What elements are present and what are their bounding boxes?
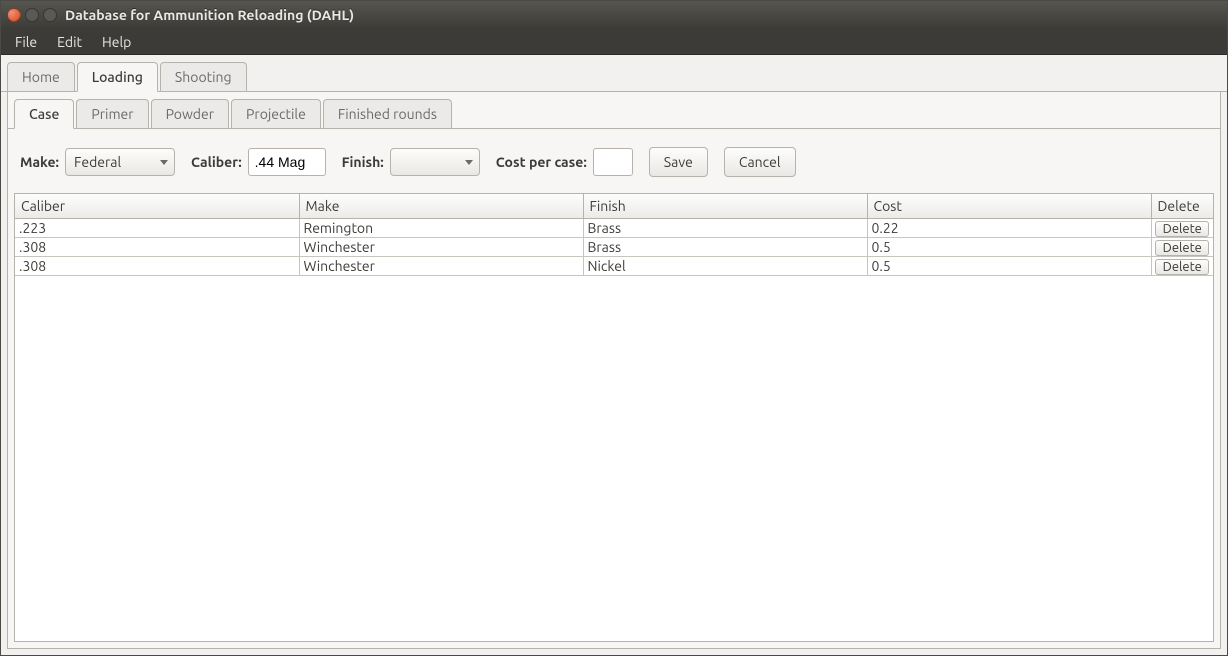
subtab-finished-rounds[interactable]: Finished rounds <box>323 99 452 128</box>
finish-field: Finish: <box>342 148 480 176</box>
cell-delete: Delete <box>1151 238 1213 257</box>
primary-tab-strip: Home Loading Shooting <box>1 55 1227 92</box>
cell-cost: 0.5 <box>867 257 1151 276</box>
cell-make: Remington <box>299 219 583 238</box>
cell-finish: Nickel <box>583 257 867 276</box>
window-controls <box>7 8 57 22</box>
subtab-projectile[interactable]: Projectile <box>231 99 321 128</box>
th-delete[interactable]: Delete <box>1151 194 1213 219</box>
cell-delete: Delete <box>1151 257 1213 276</box>
titlebar: Database for Ammunition Reloading (DAHL) <box>1 1 1227 29</box>
make-value: Federal <box>74 154 121 170</box>
case-table: Caliber Make Finish Cost Delete .223Remi… <box>15 194 1213 276</box>
sub-tab-strip: Case Primer Powder Projectile Finished r… <box>8 92 1220 129</box>
menu-help[interactable]: Help <box>94 31 139 53</box>
cost-field: Cost per case: <box>496 148 633 176</box>
cell-make: Winchester <box>299 238 583 257</box>
caliber-input[interactable] <box>248 148 326 176</box>
table-row[interactable]: .308WinchesterNickel0.5Delete <box>15 257 1213 276</box>
subtab-powder[interactable]: Powder <box>151 99 229 128</box>
cost-label: Cost per case: <box>496 154 587 170</box>
window-title: Database for Ammunition Reloading (DAHL) <box>65 7 354 23</box>
delete-button[interactable]: Delete <box>1155 240 1209 256</box>
tab-home[interactable]: Home <box>7 62 75 91</box>
chevron-down-icon <box>465 160 473 165</box>
cell-caliber: .308 <box>15 257 299 276</box>
caliber-label: Caliber: <box>191 154 242 170</box>
case-table-wrap: Caliber Make Finish Cost Delete .223Remi… <box>14 193 1214 642</box>
delete-button[interactable]: Delete <box>1155 221 1209 237</box>
menu-file[interactable]: File <box>7 31 45 53</box>
make-label: Make: <box>20 154 59 170</box>
th-make[interactable]: Make <box>299 194 583 219</box>
table-row[interactable]: .223RemingtonBrass0.22Delete <box>15 219 1213 238</box>
subtab-primer[interactable]: Primer <box>76 99 148 128</box>
tab-shooting[interactable]: Shooting <box>160 62 247 91</box>
table-header-row: Caliber Make Finish Cost Delete <box>15 194 1213 219</box>
tab-loading[interactable]: Loading <box>77 62 158 92</box>
delete-button[interactable]: Delete <box>1155 259 1209 275</box>
app-window: Database for Ammunition Reloading (DAHL)… <box>0 0 1228 656</box>
case-form: Make: Federal Caliber: Finish: Cost per … <box>8 129 1220 193</box>
cost-input[interactable] <box>593 148 633 176</box>
caliber-field: Caliber: <box>191 148 326 176</box>
table-row[interactable]: .308WinchesterBrass0.5Delete <box>15 238 1213 257</box>
save-button[interactable]: Save <box>649 147 708 177</box>
cell-make: Winchester <box>299 257 583 276</box>
make-select[interactable]: Federal <box>65 148 175 176</box>
cell-finish: Brass <box>583 219 867 238</box>
cell-caliber: .223 <box>15 219 299 238</box>
cell-finish: Brass <box>583 238 867 257</box>
close-icon[interactable] <box>7 8 21 22</box>
minimize-icon[interactable] <box>25 8 39 22</box>
th-cost[interactable]: Cost <box>867 194 1151 219</box>
menubar: File Edit Help <box>1 29 1227 55</box>
make-field: Make: Federal <box>20 148 175 176</box>
cancel-button[interactable]: Cancel <box>724 147 796 177</box>
th-caliber[interactable]: Caliber <box>15 194 299 219</box>
finish-label: Finish: <box>342 154 384 170</box>
chevron-down-icon <box>160 160 168 165</box>
menu-edit[interactable]: Edit <box>49 31 90 53</box>
th-finish[interactable]: Finish <box>583 194 867 219</box>
subtab-case[interactable]: Case <box>14 99 74 129</box>
cell-caliber: .308 <box>15 238 299 257</box>
table-body: .223RemingtonBrass0.22Delete.308Winchest… <box>15 219 1213 276</box>
maximize-icon[interactable] <box>43 8 57 22</box>
cell-cost: 0.22 <box>867 219 1151 238</box>
finish-select[interactable] <box>390 148 480 176</box>
cell-delete: Delete <box>1151 219 1213 238</box>
cell-cost: 0.5 <box>867 238 1151 257</box>
loading-pane: Case Primer Powder Projectile Finished r… <box>7 92 1221 649</box>
